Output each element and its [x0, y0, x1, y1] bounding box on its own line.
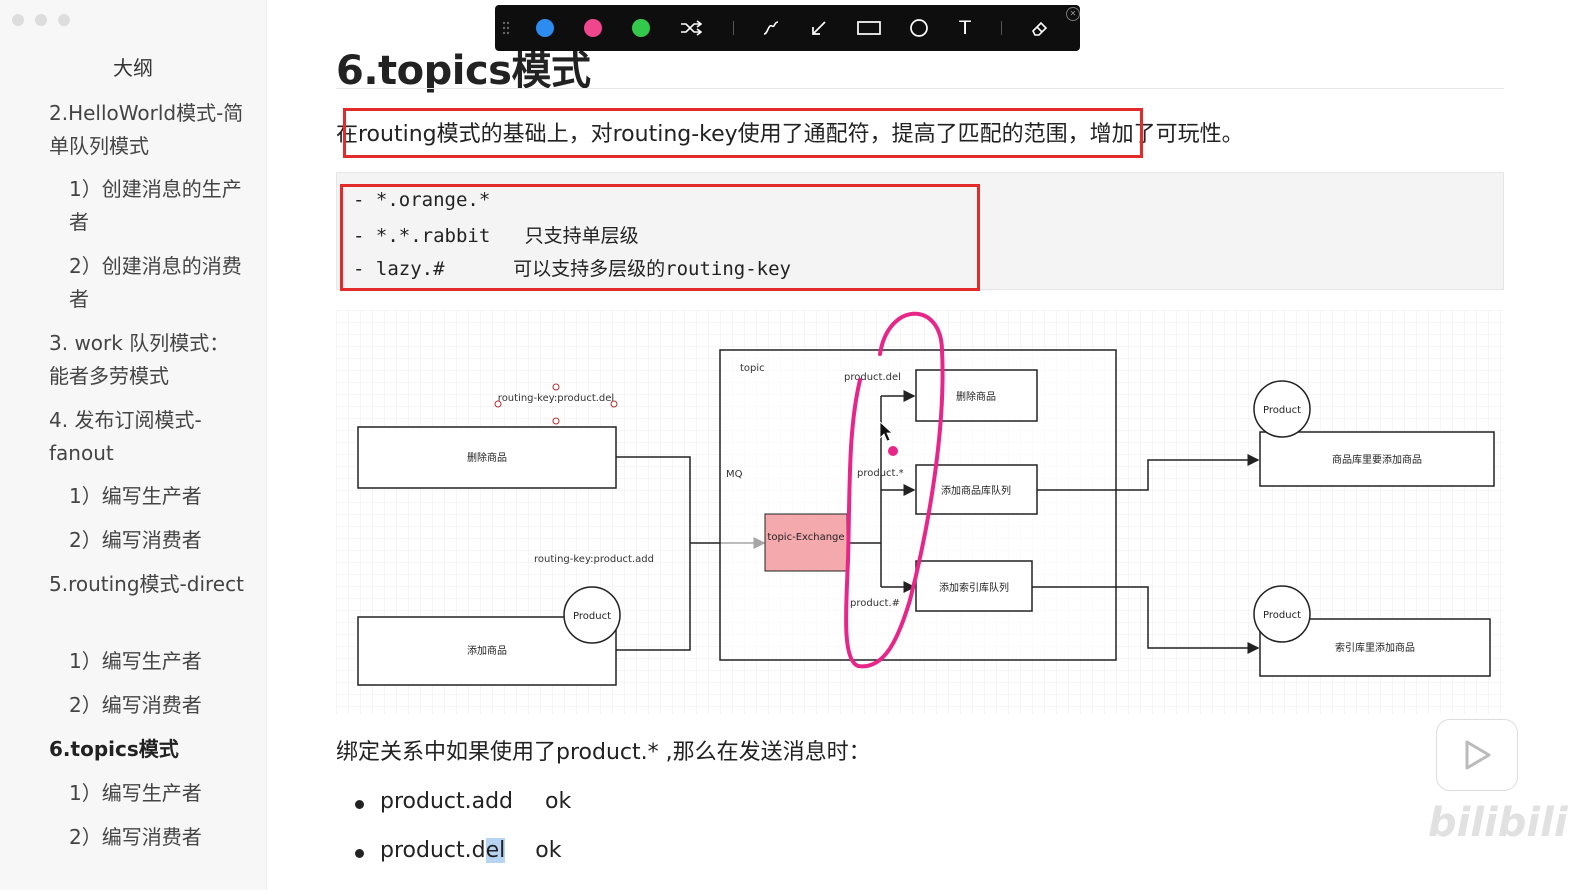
- routing-key-add-label: routing-key:product.add: [534, 554, 654, 565]
- shuffle-icon[interactable]: [679, 16, 703, 40]
- product-circle-label: Product: [1263, 405, 1301, 416]
- toc-item-fanout-consumer[interactable]: 2）编写消费者: [69, 524, 249, 557]
- toc-item-routing-consumer[interactable]: 2）编写消费者: [69, 689, 249, 722]
- toc-item-create-consumer[interactable]: 2）创建消息的消费者: [69, 250, 249, 316]
- pen-icon[interactable]: [759, 16, 783, 40]
- close-icon[interactable]: ✕: [1066, 7, 1080, 21]
- topic-exchange-diagram: 删除商品 routing-key:product.del 添加商品 routin…: [336, 310, 1504, 714]
- toc-item-work-queue[interactable]: 3. work 队列模式：能者多劳模式: [49, 327, 249, 393]
- binding-key-del: product.del: [844, 372, 901, 383]
- topic-exchange-label: topic-Exchange: [767, 532, 844, 543]
- toc-item-routing[interactable]: 5.routing模式-direct: [49, 568, 249, 601]
- drag-handle-icon[interactable]: [499, 16, 513, 40]
- outline-title: 大纲: [113, 56, 153, 80]
- binding-paragraph: 绑定关系中如果使用了product.* ,那么在发送消息时：: [336, 740, 871, 765]
- color-swatch: [536, 19, 554, 37]
- list-bullet: [355, 800, 364, 809]
- toc-item-routing-producer[interactable]: 1）编写生产者: [69, 645, 249, 678]
- window-zoom-button[interactable]: [58, 14, 70, 26]
- toc-item-helloworld[interactable]: 2.HelloWorld模式-简单队列模式: [49, 97, 249, 163]
- toolbar-divider: [1001, 21, 1002, 35]
- video-play-button[interactable]: [1436, 719, 1518, 791]
- annotation-toolbar: T ✕: [495, 5, 1080, 51]
- product-circle-label: Product: [1263, 610, 1301, 621]
- red-highlight-box: [343, 108, 1143, 158]
- topic-label: topic: [740, 363, 765, 374]
- toolbar-divider: [733, 21, 734, 35]
- laser-pointer-dot: [888, 446, 898, 456]
- routing-key-text: product.add: [380, 789, 514, 814]
- color-swatch: [584, 19, 602, 37]
- routing-key-delete-label: routing-key:product.del: [498, 393, 614, 404]
- bilibili-watermark: bilibili: [1428, 800, 1568, 846]
- window-close-button[interactable]: [12, 14, 24, 26]
- match-status: ok: [535, 838, 562, 863]
- toc-item-create-producer[interactable]: 1）创建消息的生产者: [69, 173, 249, 239]
- color-pink-button[interactable]: [581, 16, 605, 40]
- outline-sidebar: 大纲 2.HelloWorld模式-简单队列模式 1）创建消息的生产者 2）创建…: [0, 0, 267, 890]
- queue-delete-label: 删除商品: [956, 390, 996, 403]
- queue-index-label: 添加索引库队列: [939, 581, 1009, 594]
- binding-key-hash: product.#: [850, 598, 900, 609]
- consumer-store-label: 商品库里要添加商品: [1332, 453, 1422, 466]
- eraser-icon[interactable]: [1028, 16, 1052, 40]
- circle-icon[interactable]: [907, 16, 931, 40]
- color-blue-button[interactable]: [533, 16, 557, 40]
- queue-store-label: 添加商品库队列: [941, 484, 1011, 497]
- match-status: ok: [545, 789, 572, 814]
- text-icon[interactable]: T: [953, 16, 977, 40]
- rectangle-icon[interactable]: [855, 16, 883, 40]
- list-item: product.add ok: [380, 789, 571, 814]
- toc-item-topics-consumer[interactable]: 2）编写消费者: [69, 821, 249, 854]
- routing-key-text: product.d: [380, 838, 486, 863]
- red-highlight-box: [340, 184, 980, 291]
- play-icon: [1465, 740, 1491, 770]
- producer-delete-label: 删除商品: [467, 451, 507, 464]
- toc-item-fanout[interactable]: 4. 发布订阅模式-fanout: [49, 404, 249, 470]
- topic-exchange-text: topic-Exchange: [767, 532, 844, 543]
- mq-label: MQ: [726, 469, 743, 480]
- heading-divider: [336, 88, 1504, 89]
- text-selection-highlight[interactable]: el: [485, 838, 506, 863]
- list-item: product.del ok: [380, 838, 561, 863]
- binding-key-star: product.*: [857, 468, 904, 479]
- window-minimize-button[interactable]: [35, 14, 47, 26]
- color-green-button[interactable]: [629, 16, 653, 40]
- producer-add-label: 添加商品: [467, 644, 507, 657]
- color-swatch: [632, 19, 650, 37]
- product-circle-label: Product: [573, 611, 611, 622]
- list-bullet: [355, 849, 364, 858]
- toc-item-topics-producer[interactable]: 1）编写生产者: [69, 777, 249, 810]
- consumer-index-label: 索引库里添加商品: [1335, 641, 1415, 654]
- toc-item-topics[interactable]: 6.topics模式: [49, 733, 249, 766]
- toc-item-fanout-producer[interactable]: 1）编写生产者: [69, 480, 249, 513]
- arrow-icon[interactable]: [807, 16, 831, 40]
